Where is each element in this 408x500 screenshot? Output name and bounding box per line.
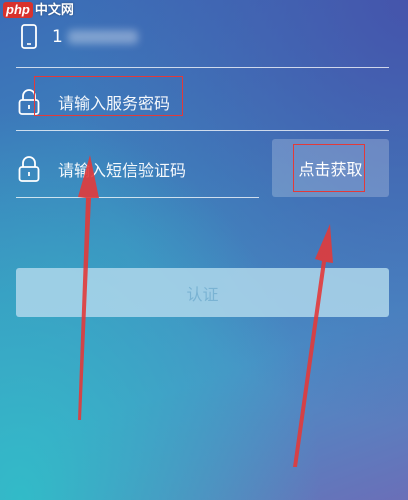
password-placeholder: 请输入服务密码	[58, 94, 171, 113]
lock-icon	[16, 87, 42, 117]
phone-field-underline	[16, 67, 389, 68]
phone-icon	[16, 22, 42, 52]
sms-code-field-underline	[16, 197, 259, 198]
arrow-to-get-code	[293, 224, 333, 467]
phone-number-mask	[67, 30, 138, 44]
watermark-logo: php	[3, 2, 33, 18]
lock-icon	[16, 154, 42, 184]
watermark-text: 中文网	[34, 2, 74, 17]
sms-code-field[interactable]: 请输入短信验证码	[16, 154, 186, 184]
get-code-button[interactable]: 点击获取	[272, 139, 389, 197]
phone-number-field[interactable]: 1	[16, 22, 138, 52]
annotation-arrows	[78, 155, 333, 467]
sms-code-placeholder: 请输入短信验证码	[58, 161, 187, 180]
phone-number-value: 1	[52, 27, 64, 47]
verify-button[interactable]: 认证	[16, 268, 389, 317]
service-password-field[interactable]: 请输入服务密码	[16, 87, 170, 117]
watermark: php 中文网	[3, 2, 74, 18]
password-field-underline	[16, 130, 389, 131]
